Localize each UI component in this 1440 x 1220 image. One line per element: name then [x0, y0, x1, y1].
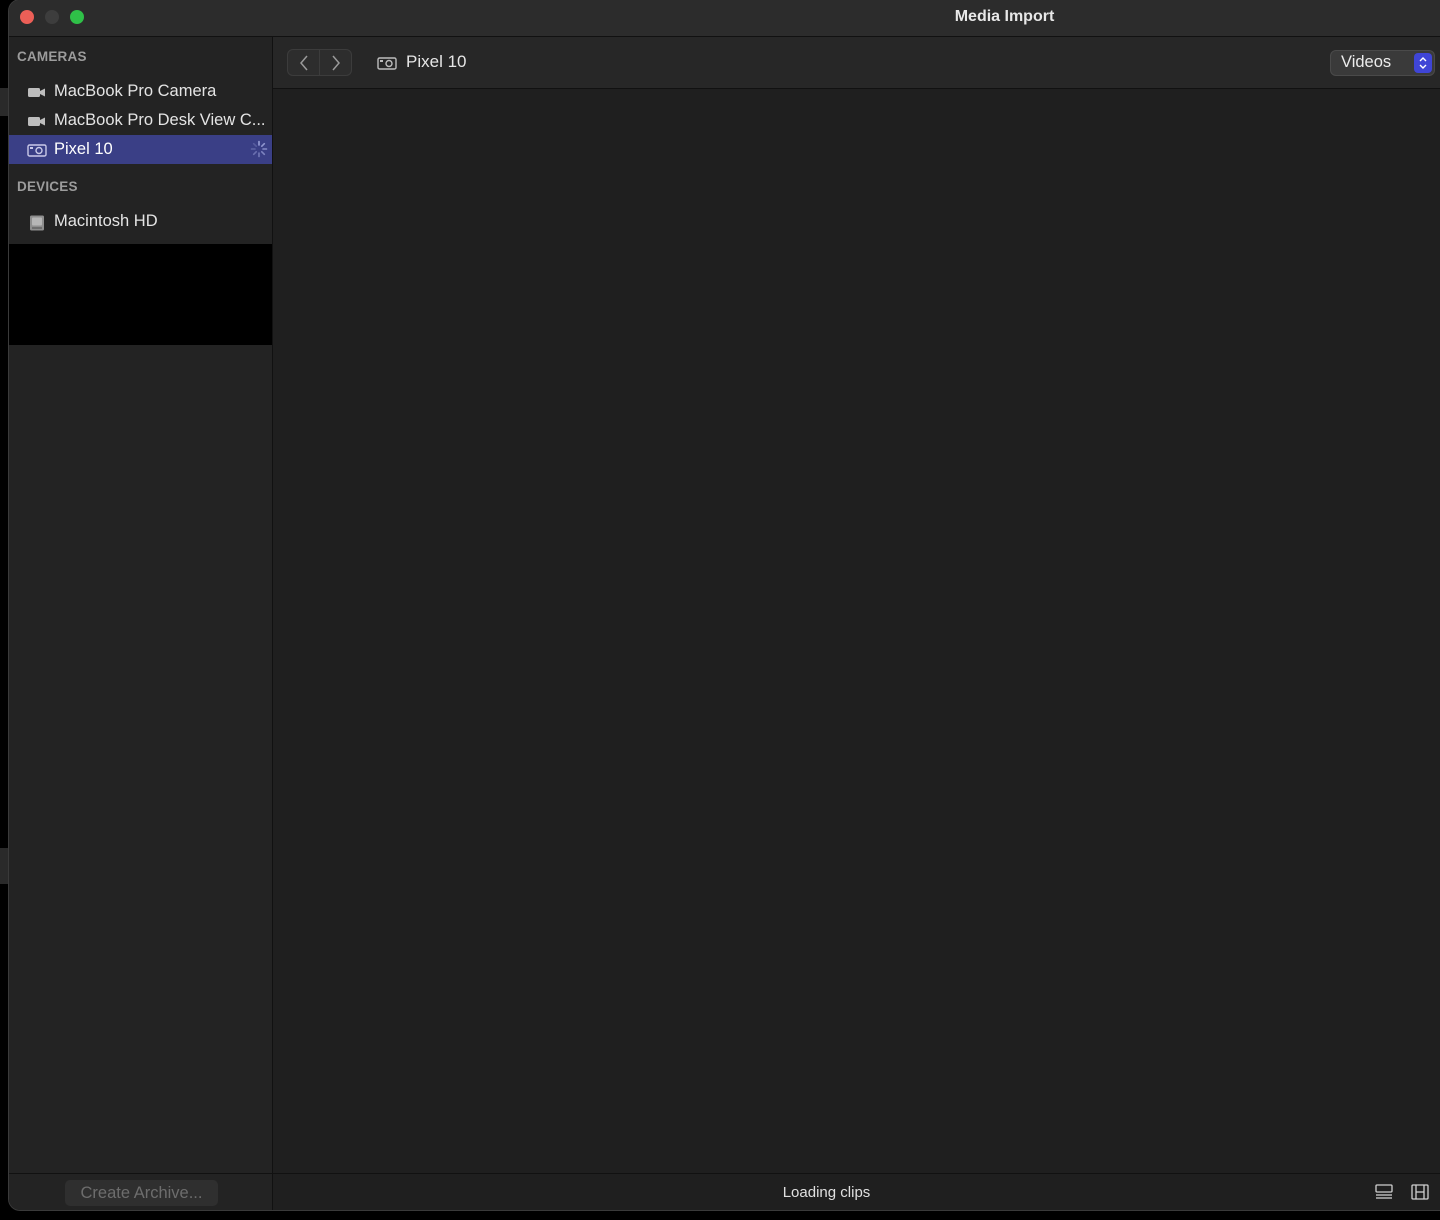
- up-down-chevron-icon: [1414, 53, 1432, 73]
- list-view-button[interactable]: [1374, 1183, 1394, 1201]
- sidebar-item-label: MacBook Pro Camera: [54, 82, 217, 100]
- camera-device-icon: [27, 143, 47, 157]
- media-type-value: Videos: [1341, 53, 1392, 71]
- hard-drive-icon: [27, 215, 47, 230]
- sidebar-item-pixel-10[interactable]: Pixel 10: [9, 135, 272, 164]
- breadcrumb: Pixel 10: [377, 52, 466, 72]
- main-content: Pixel 10 Videos Loading clips: [273, 37, 1440, 1210]
- sidebar-item-label: MacBook Pro Desk View C...: [54, 111, 266, 129]
- window-title: Media Import: [954, 8, 1055, 25]
- status-bar: Loading clips: [273, 1173, 1440, 1210]
- video-camera-icon: [27, 85, 47, 99]
- video-camera-icon: [27, 114, 47, 128]
- chevron-left-icon: [299, 55, 308, 70]
- sidebar-item-label: Macintosh HD: [54, 212, 158, 230]
- create-archive-button[interactable]: Create Archive...: [65, 1180, 218, 1206]
- left-edge-mark-lower: [0, 848, 9, 884]
- chevron-right-icon: [331, 55, 340, 70]
- sidebar-item-macbook-pro-desk-view[interactable]: MacBook Pro Desk View C...: [9, 106, 272, 135]
- toolbar: Pixel 10 Videos: [273, 37, 1440, 89]
- sidebar-item-label: Pixel 10: [54, 140, 113, 158]
- camera-device-icon: [377, 55, 397, 70]
- devices-header: DEVICES: [17, 179, 78, 194]
- sidebar-item-macintosh-hd[interactable]: Macintosh HD: [9, 207, 272, 236]
- media-import-window: Media Import CAMERAS MacBook Pro Camera …: [9, 0, 1440, 1210]
- back-button[interactable]: [288, 50, 319, 75]
- title-bar: Media Import: [9, 0, 1440, 37]
- status-text: Loading clips: [782, 1184, 871, 1201]
- breadcrumb-label: Pixel 10: [406, 52, 467, 71]
- filmstrip-icon: [1411, 1184, 1429, 1200]
- divider: [9, 1173, 272, 1174]
- cameras-header: CAMERAS: [17, 49, 87, 64]
- forward-button[interactable]: [319, 50, 351, 75]
- filmstrip-view-button[interactable]: [1410, 1183, 1430, 1201]
- sidebar-item-macbook-pro-camera[interactable]: MacBook Pro Camera: [9, 77, 272, 106]
- navigation-buttons: [288, 50, 351, 75]
- media-type-popup[interactable]: Videos: [1331, 51, 1434, 75]
- left-edge-mark: [0, 88, 9, 116]
- blank-region: [9, 244, 272, 345]
- sidebar: CAMERAS MacBook Pro Camera MacBook Pro D…: [9, 37, 273, 1210]
- loading-spinner-icon: [250, 140, 268, 158]
- list-view-icon: [1375, 1184, 1393, 1199]
